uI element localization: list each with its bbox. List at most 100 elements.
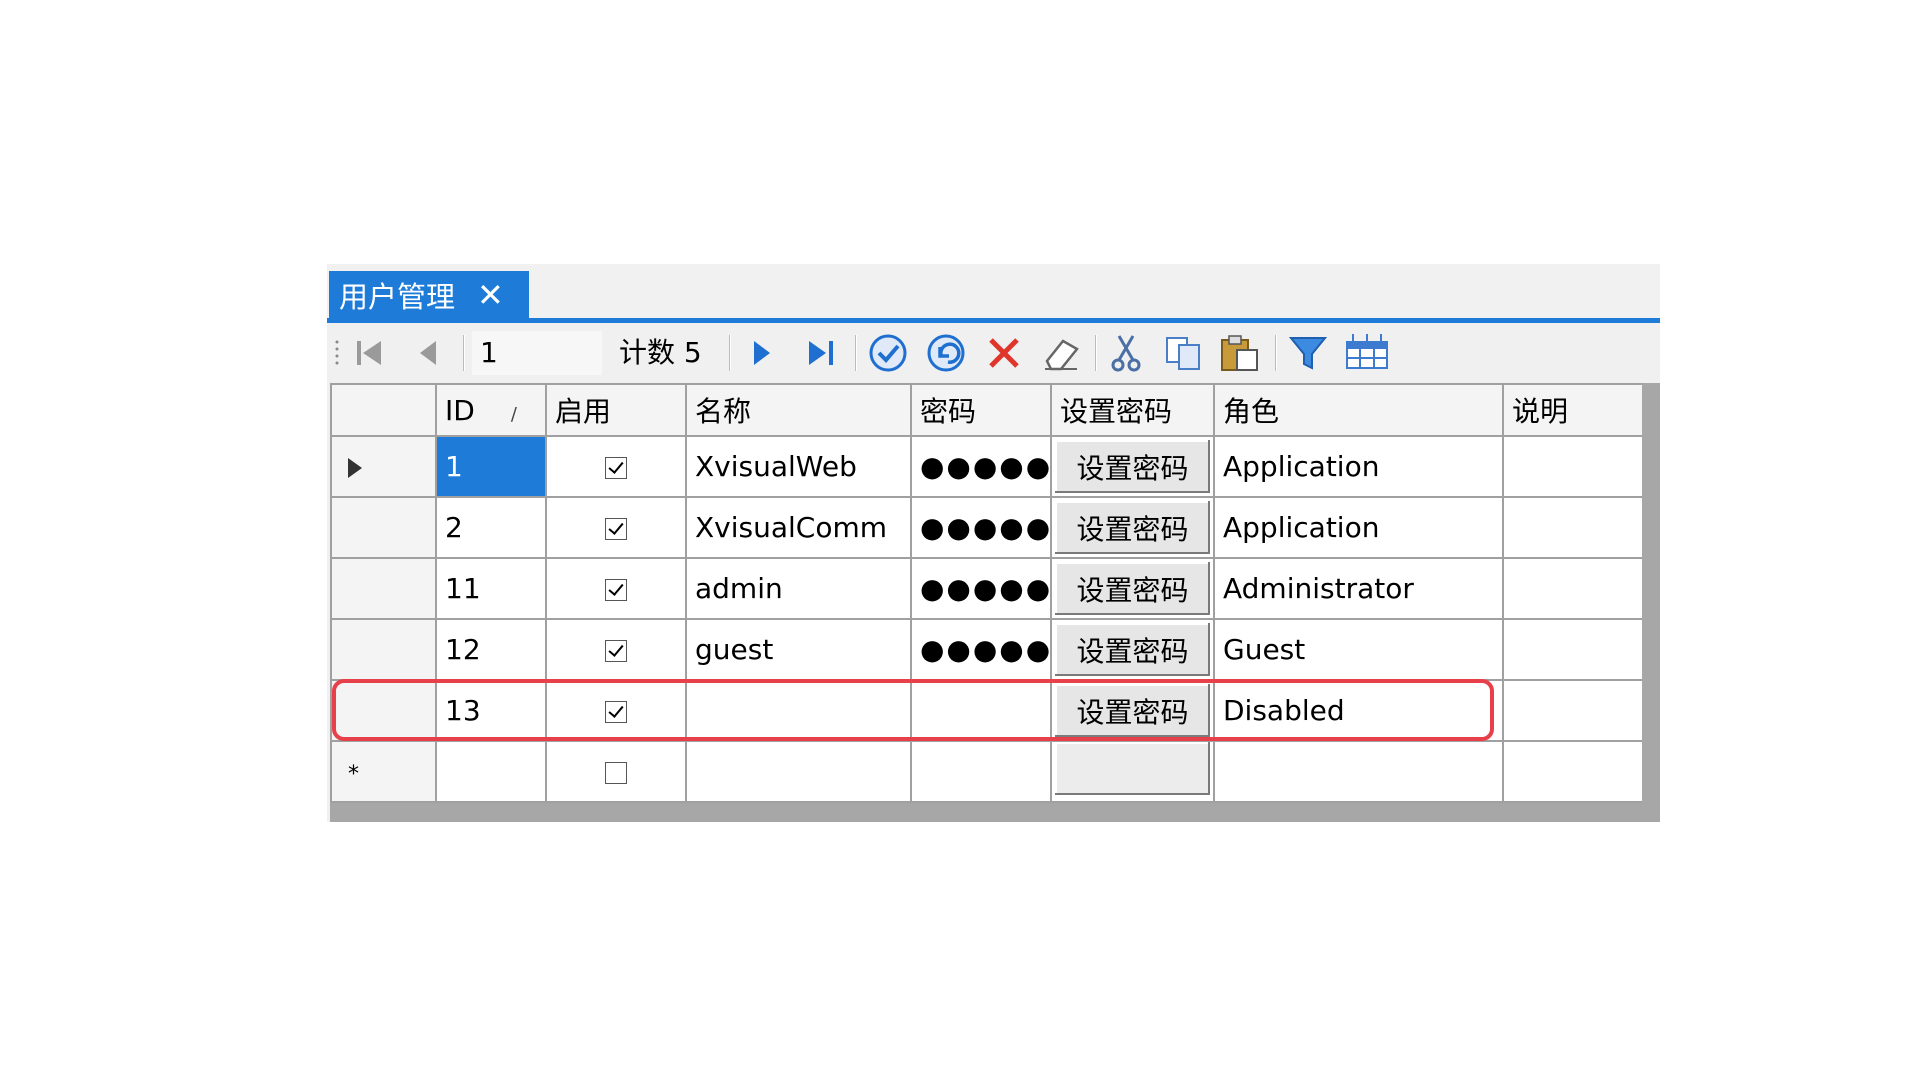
- column-header-id[interactable]: ID /: [435, 383, 547, 437]
- undo-icon[interactable]: [923, 323, 969, 383]
- checkbox[interactable]: [605, 762, 627, 784]
- user-grid: ID / 启用 名称 密码 设置密码 角色 说明 1 XvisualWeb ●●●…: [330, 383, 1644, 803]
- cell-name[interactable]: guest: [685, 618, 912, 681]
- cell-name[interactable]: [685, 740, 912, 803]
- column-header-password[interactable]: 密码: [910, 383, 1052, 437]
- toolbar-separator: [1275, 335, 1277, 371]
- set-password-button[interactable]: [1055, 743, 1210, 795]
- row-header[interactable]: *: [330, 740, 437, 803]
- cut-icon[interactable]: [1105, 323, 1147, 383]
- row-header[interactable]: [330, 496, 437, 559]
- checkbox[interactable]: [605, 640, 627, 662]
- toolbar-separator: [855, 335, 857, 371]
- cell-note[interactable]: [1502, 496, 1644, 559]
- column-header-set-password[interactable]: 设置密码: [1050, 383, 1215, 437]
- delete-icon[interactable]: [983, 323, 1025, 383]
- cell-note[interactable]: [1502, 557, 1644, 620]
- row-header[interactable]: [330, 618, 437, 681]
- set-password-button[interactable]: 设置密码: [1055, 623, 1210, 676]
- row-header[interactable]: [330, 557, 437, 620]
- cell-note[interactable]: [1502, 618, 1644, 681]
- cell-enabled[interactable]: [545, 679, 687, 742]
- tab-user-management[interactable]: 用户管理 ✕: [329, 271, 529, 318]
- cell-role[interactable]: Disabled: [1213, 679, 1504, 742]
- cell-enabled[interactable]: [545, 618, 687, 681]
- column-header-role[interactable]: 角色: [1213, 383, 1504, 437]
- cell-id[interactable]: [435, 740, 547, 803]
- cell-set-password: 设置密码: [1050, 557, 1215, 620]
- toolbar-separator: [1095, 335, 1097, 371]
- cell-role[interactable]: Application: [1213, 496, 1504, 559]
- cell-enabled[interactable]: [545, 740, 687, 803]
- prev-icon[interactable]: [407, 323, 447, 383]
- cell-id[interactable]: 12: [435, 618, 547, 681]
- row-header[interactable]: [330, 679, 437, 742]
- tab-title: 用户管理: [339, 279, 456, 314]
- cell-note[interactable]: [1502, 435, 1644, 498]
- table-row[interactable]: 12 guest ●●●●● 设置密码 Guest: [330, 618, 1644, 681]
- cell-password[interactable]: ●●●●●: [910, 618, 1052, 681]
- cell-role[interactable]: Administrator: [1213, 557, 1504, 620]
- cell-note[interactable]: [1502, 740, 1644, 803]
- checkbox[interactable]: [605, 579, 627, 601]
- cell-set-password: [1050, 740, 1215, 803]
- row-header-corner: [330, 383, 437, 437]
- cell-password[interactable]: ●●●●●: [910, 557, 1052, 620]
- toolbar-separator: [729, 335, 731, 371]
- checkbox[interactable]: [605, 457, 627, 479]
- paste-icon[interactable]: [1217, 323, 1263, 383]
- table-row[interactable]: 11 admin ●●●●● 设置密码 Administrator: [330, 557, 1644, 620]
- eraser-icon[interactable]: [1039, 323, 1083, 383]
- cell-role[interactable]: Application: [1213, 435, 1504, 498]
- set-password-button[interactable]: 设置密码: [1055, 440, 1210, 493]
- table-row[interactable]: 1 XvisualWeb ●●●●● 设置密码 Application: [330, 435, 1644, 498]
- table-row[interactable]: 2 XvisualComm ●●●●● 设置密码 Application: [330, 496, 1644, 559]
- new-row[interactable]: *: [330, 740, 1644, 803]
- vertical-scroll-area[interactable]: [1642, 383, 1660, 822]
- sort-indicator-icon: /: [510, 403, 517, 425]
- cell-password[interactable]: ●●●●●: [910, 435, 1052, 498]
- cell-id[interactable]: 1: [435, 435, 547, 498]
- set-password-button[interactable]: 设置密码: [1055, 501, 1210, 554]
- toolbar-separator: [463, 335, 465, 371]
- last-icon[interactable]: [801, 323, 841, 383]
- cell-password[interactable]: [910, 740, 1052, 803]
- next-icon[interactable]: [741, 323, 781, 383]
- cell-note[interactable]: [1502, 679, 1644, 742]
- cell-id[interactable]: 13: [435, 679, 547, 742]
- checkbox[interactable]: [605, 518, 627, 540]
- grid-bottom-area: [330, 803, 1642, 822]
- first-icon[interactable]: [349, 323, 389, 383]
- cell-id[interactable]: 2: [435, 496, 547, 559]
- cell-name[interactable]: XvisualWeb: [685, 435, 912, 498]
- current-row-icon: [348, 458, 362, 478]
- cell-password[interactable]: ●●●●●: [910, 496, 1052, 559]
- cell-role[interactable]: [1213, 740, 1504, 803]
- cell-enabled[interactable]: [545, 557, 687, 620]
- table-row[interactable]: 13 设置密码 Disabled: [330, 679, 1644, 742]
- cell-name[interactable]: [685, 679, 912, 742]
- cell-name[interactable]: admin: [685, 557, 912, 620]
- set-password-button[interactable]: 设置密码: [1055, 684, 1210, 737]
- checkbox[interactable]: [605, 701, 627, 723]
- cell-id[interactable]: 11: [435, 557, 547, 620]
- navigator-toolbar: 1 计数 5: [327, 323, 1660, 383]
- columns-icon[interactable]: [1343, 323, 1391, 383]
- cell-enabled[interactable]: [545, 435, 687, 498]
- column-header-name[interactable]: 名称: [685, 383, 912, 437]
- position-input[interactable]: 1: [472, 331, 602, 375]
- cell-password[interactable]: [910, 679, 1052, 742]
- grip-icon[interactable]: [333, 323, 341, 383]
- cell-set-password: 设置密码: [1050, 618, 1215, 681]
- set-password-button[interactable]: 设置密码: [1055, 562, 1210, 615]
- column-header-enabled[interactable]: 启用: [545, 383, 687, 437]
- cell-role[interactable]: Guest: [1213, 618, 1504, 681]
- cell-name[interactable]: XvisualComm: [685, 496, 912, 559]
- row-header[interactable]: [330, 435, 437, 498]
- copy-icon[interactable]: [1161, 323, 1205, 383]
- cell-enabled[interactable]: [545, 496, 687, 559]
- close-icon[interactable]: ✕: [477, 279, 504, 311]
- filter-icon[interactable]: [1285, 323, 1331, 383]
- column-header-note[interactable]: 说明: [1502, 383, 1644, 437]
- confirm-icon[interactable]: [865, 323, 911, 383]
